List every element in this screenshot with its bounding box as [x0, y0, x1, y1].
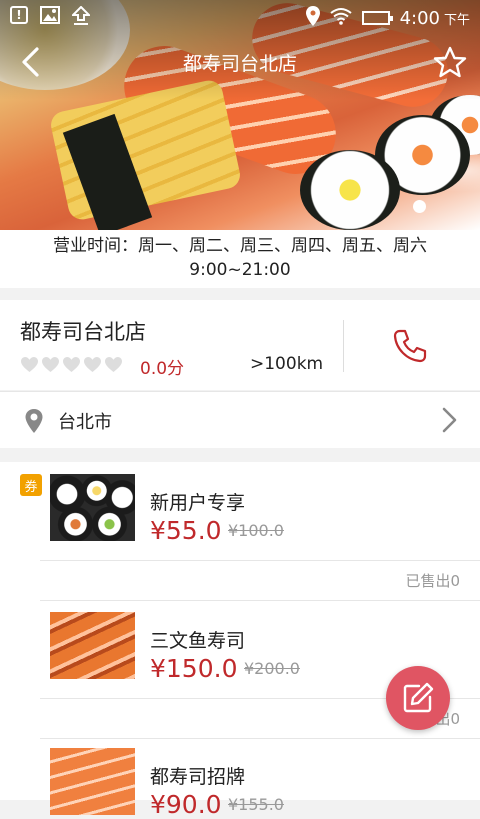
favorite-button[interactable]: [420, 36, 480, 88]
address-text: 台北市: [58, 412, 112, 433]
phone-icon: [393, 329, 427, 363]
shop-name: 都寿司台北店: [20, 320, 146, 344]
upload-icon: [70, 5, 92, 31]
deal-price: ¥90.0: [150, 790, 222, 819]
business-hours-time: 9:00~21:00: [189, 260, 291, 280]
star-outline-icon: [433, 46, 467, 78]
deal-item[interactable]: 新用户专享 ¥55.0 ¥100.0: [0, 462, 480, 560]
heart-icon: [84, 356, 101, 373]
edit-icon: [403, 682, 434, 713]
business-hours: 营业时间：周一、周二、周三、周四、周五、周六 9:00~21:00: [0, 230, 480, 288]
deal-original-price: ¥200.0: [244, 659, 300, 678]
clock-time: 4:00: [399, 7, 440, 29]
deal-name: 都寿司招牌: [150, 766, 246, 788]
carousel-dot-active[interactable]: [413, 200, 426, 213]
deal-thumbnail: [50, 474, 135, 541]
heart-icon: [42, 356, 59, 373]
deal-item[interactable]: 都寿司招牌 ¥90.0 ¥155.0: [0, 738, 480, 819]
battery-icon: [361, 11, 393, 25]
rating-hearts: [20, 356, 123, 373]
deal-price: ¥55.0: [150, 516, 222, 545]
back-button[interactable]: [0, 36, 60, 88]
write-review-button[interactable]: [386, 666, 450, 730]
chevron-right-icon: [442, 407, 457, 433]
sold-count: 已售出0: [405, 572, 460, 590]
chevron-left-icon: [22, 47, 39, 77]
distance-text: >100km: [250, 354, 324, 374]
deal-thumbnail: [50, 612, 135, 679]
heart-icon: [105, 356, 122, 373]
notification-icon: !: [10, 5, 28, 24]
business-hours-days: 营业时间：周一、周二、周三、周四、周五、周六: [53, 236, 427, 256]
rating-score: 0.0分: [140, 359, 185, 379]
heart-icon: [21, 356, 38, 373]
deal-price: ¥150.0: [150, 654, 238, 683]
divider: [343, 320, 344, 372]
clock-period: 下午: [443, 12, 470, 28]
deal-name: 新用户专享: [150, 492, 246, 514]
deal-list: 券 新用户专享 ¥55.0 ¥100.0 已售出0 三文鱼寿司 ¥150.0 ¥…: [0, 462, 480, 819]
call-button[interactable]: [392, 328, 428, 368]
clock: 4:00 下午: [400, 8, 470, 29]
status-bar: ! 4:00 下午: [0, 0, 480, 36]
nav-bar: 都寿司台北店: [0, 36, 480, 88]
deal-original-price: ¥100.0: [228, 521, 284, 540]
deal-thumbnail: [50, 748, 135, 815]
heart-icon: [63, 356, 80, 373]
deal-original-price: ¥155.0: [228, 795, 284, 814]
wifi-icon: [329, 7, 352, 30]
location-icon: [305, 5, 320, 31]
address-row[interactable]: 台北市: [0, 391, 480, 448]
divider: [40, 560, 480, 561]
maki-roll-image: [300, 150, 400, 230]
deal-name: 三文鱼寿司: [150, 630, 246, 652]
image-icon: [40, 5, 60, 31]
page-title: 都寿司台北店: [182, 52, 297, 75]
location-pin-icon: [25, 409, 43, 433]
